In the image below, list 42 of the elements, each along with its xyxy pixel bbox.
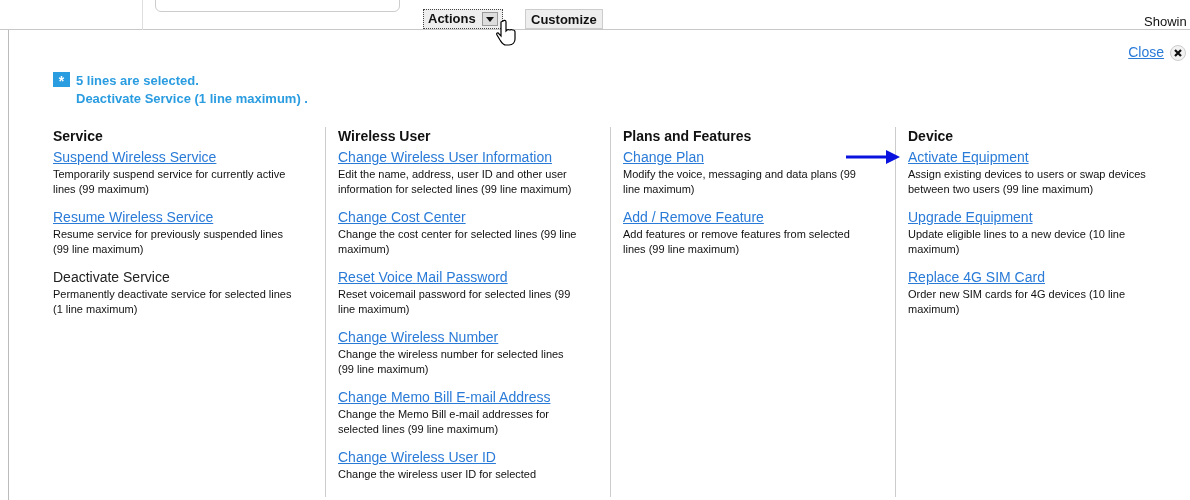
- close-link[interactable]: Close: [1128, 42, 1164, 63]
- action-description: Update eligible lines to a new device (10 line maximum): [908, 227, 1127, 257]
- action-link[interactable]: Activate Equipment: [908, 148, 1029, 166]
- action-description: Permanently deactivate service for selected lines (1 line maximum): [53, 287, 293, 317]
- action-description: Reset voicemail password for selected lines (99 line maximum): [338, 287, 572, 317]
- column-heading: Wireless User: [338, 127, 432, 145]
- action-description: Modify the voice, messaging and data plans (99 line maximum): [623, 167, 857, 197]
- action-link[interactable]: Change Wireless User ID: [338, 448, 496, 466]
- action-link[interactable]: Change Memo Bill E-mail Address: [338, 388, 551, 406]
- action-link[interactable]: Change Wireless Number: [338, 328, 499, 346]
- close-icon[interactable]: [1170, 44, 1186, 61]
- action-link[interactable]: Change Cost Center: [338, 208, 466, 226]
- action-link[interactable]: Upgrade Equipment: [908, 208, 1033, 226]
- column-heading: Device: [908, 127, 955, 145]
- column-heading: Plans and Features: [623, 127, 753, 145]
- customize-button[interactable]: Customize: [525, 9, 603, 29]
- action-description: Change the cost center for selected lines (99 line maximum): [338, 227, 578, 257]
- action-description: Resume service for previously suspended lines (99 line maximum): [53, 227, 284, 257]
- action-link[interactable]: Reset Voice Mail Password: [338, 268, 508, 286]
- notice-icon: *: [53, 72, 70, 87]
- action-link[interactable]: Add / Remove Feature: [623, 208, 764, 226]
- caret-icon: [481, 12, 498, 26]
- action-description: Change the wireless number for selected lines (99 line maximum): [338, 347, 565, 377]
- action-description: Change the Memo Bill e-mail addresses for selected lines (99 line maximum): [338, 407, 550, 437]
- action-description: Add features or remove features from selected lines (99 line maximum): [623, 227, 851, 257]
- action-description: Temporarily suspend service for currently active lines (99 maximum): [53, 167, 287, 197]
- action-link[interactable]: Change Wireless User Information: [338, 148, 552, 166]
- action-description: Edit the name, address, user ID and other user information for selected lines (99 line maximum): [338, 167, 573, 197]
- action-description: Change the wireless user ID for selected: [338, 467, 538, 482]
- action-link[interactable]: Resume Wireless Service: [53, 208, 214, 226]
- actions-button[interactable]: Actions: [423, 9, 503, 29]
- notice-text: 5 lines are selected.: [76, 72, 200, 90]
- action-description: Assign existing devices to users or swap devices between two users (99 line maximum): [908, 167, 1147, 197]
- action-link[interactable]: Change Plan: [623, 148, 704, 166]
- action-link[interactable]: Suspend Wireless Service: [53, 148, 217, 166]
- hand-cursor-icon: [496, 19, 518, 47]
- notice-text: Deactivate Service (1 line maximum) .: [76, 90, 308, 108]
- action-title: Deactivate Service: [53, 268, 170, 286]
- column-heading: Service: [53, 127, 104, 145]
- action-link[interactable]: Replace 4G SIM Card: [908, 268, 1045, 286]
- action-description: Order new SIM cards for 4G devices (10 line maximum): [908, 287, 1127, 317]
- showing-text: Showin: [1144, 13, 1187, 31]
